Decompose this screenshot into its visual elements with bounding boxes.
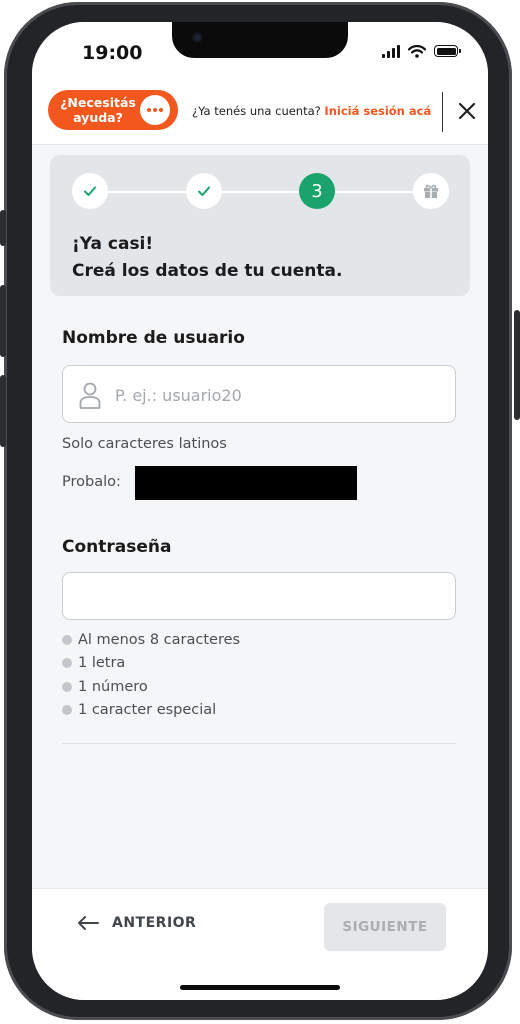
step-3-current: 3: [299, 173, 335, 209]
bullet-icon: [62, 681, 72, 692]
password-rule: 1 caracter especial: [62, 699, 240, 723]
user-icon: [79, 382, 101, 409]
bullet-icon: [62, 658, 72, 669]
login-prompt: ¿Ya tenés una cuenta? Iniciá sesión acá: [192, 104, 431, 118]
username-input[interactable]: [113, 382, 437, 408]
step-title: ¡Ya casi! Creá los datos de tu cuenta.: [72, 231, 342, 285]
side-button: [0, 210, 6, 246]
steps-track: [90, 191, 430, 193]
step-4-reward: [413, 173, 449, 209]
home-indicator: [180, 985, 340, 990]
chat-bubble-icon: [140, 95, 170, 125]
section-divider: [62, 743, 456, 744]
help-button-label: ¿Necesitás ayuda?: [60, 95, 136, 125]
close-icon: [458, 102, 476, 120]
bullet-icon: [62, 705, 72, 716]
progress-steps-card: 3 ¡Ya casi! Creá los datos de tu cuenta.: [50, 155, 470, 296]
password-rules: Al menos 8 caracteres 1 letra 1 número 1…: [62, 628, 240, 722]
volume-down-button: [0, 375, 6, 447]
password-rule: 1 letra: [62, 652, 240, 676]
password-label: Contraseña: [62, 537, 172, 557]
username-suggestion-redacted: [135, 466, 357, 500]
step-title-line1: ¡Ya casi!: [72, 234, 154, 254]
camera: [192, 32, 203, 43]
status-icons: [382, 44, 461, 58]
username-field[interactable]: [62, 365, 456, 423]
username-suggestion-label: Probalo:: [62, 474, 121, 490]
password-rule: 1 número: [62, 675, 240, 699]
step-title-line2: Creá los datos de tu cuenta.: [72, 261, 343, 281]
check-icon: [198, 186, 210, 196]
cellular-signal-icon: [382, 44, 400, 58]
gift-icon: [424, 184, 438, 198]
back-button[interactable]: ANTERIOR: [76, 915, 196, 931]
password-rule: Al menos 8 caracteres: [62, 628, 240, 652]
password-input[interactable]: [77, 585, 441, 611]
login-link[interactable]: Iniciá sesión acá: [324, 104, 431, 118]
footer-nav: ANTERIOR SIGUIENTE: [32, 888, 488, 1000]
next-button[interactable]: SIGUIENTE: [324, 903, 446, 951]
step-2-complete: [186, 173, 222, 209]
check-icon: [84, 186, 96, 196]
bullet-icon: [62, 634, 72, 645]
username-hint: Solo caracteres latinos: [62, 436, 227, 452]
status-time: 19:00: [82, 42, 143, 64]
close-button[interactable]: [454, 98, 480, 124]
login-question: ¿Ya tenés una cuenta?: [192, 104, 321, 118]
help-button[interactable]: ¿Necesitás ayuda?: [48, 90, 178, 130]
step-1-complete: [72, 173, 108, 209]
battery-icon: [434, 45, 461, 57]
vertical-divider: [442, 92, 443, 132]
top-bar: ¿Necesitás ayuda? ¿Ya tenés una cuenta? …: [32, 82, 488, 145]
arrow-left-icon: [78, 916, 99, 930]
wifi-icon: [408, 44, 426, 58]
screen: 19:00 ¿Necesitás ayuda? ¿Ya tenés una cu…: [32, 22, 488, 1000]
power-button: [514, 310, 520, 420]
back-button-label: ANTERIOR: [112, 915, 197, 931]
notch: [172, 22, 348, 58]
volume-up-button: [0, 285, 6, 357]
password-field[interactable]: [62, 572, 456, 620]
username-label: Nombre de usuario: [62, 328, 245, 348]
